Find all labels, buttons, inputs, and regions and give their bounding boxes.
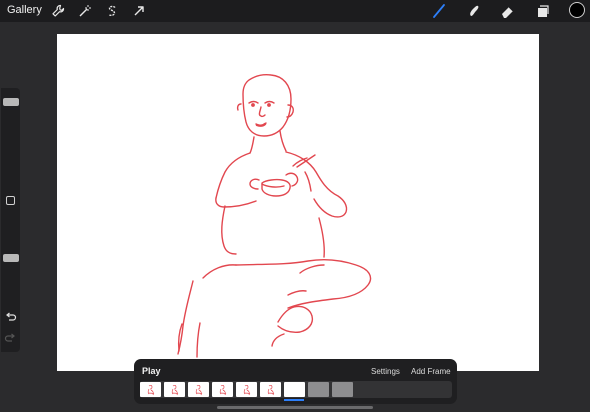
animation-assist-panel: Play Settings Add Frame (134, 359, 457, 404)
opacity-slider[interactable] (3, 254, 19, 262)
gallery-button[interactable]: Gallery (7, 4, 42, 16)
frame-thumbnail[interactable] (236, 382, 257, 397)
layers-icon[interactable] (535, 3, 551, 19)
color-picker-button[interactable] (569, 2, 585, 18)
redo-icon[interactable] (4, 332, 17, 345)
selection-s-icon[interactable] (104, 3, 120, 19)
sketch-figure (177, 74, 372, 358)
frame-thumbnail[interactable] (188, 382, 209, 397)
settings-button[interactable]: Settings (371, 367, 400, 376)
frame-thumbnail[interactable] (260, 382, 281, 397)
frame-thumbnail[interactable] (212, 382, 233, 397)
magic-wand-icon[interactable] (77, 3, 93, 19)
eraser-icon[interactable] (500, 3, 516, 19)
left-sidebar (1, 88, 20, 352)
add-frame-button[interactable]: Add Frame (411, 367, 451, 376)
frame-timeline (140, 381, 452, 398)
frame-thumbnail[interactable] (164, 382, 185, 397)
brush-icon[interactable] (431, 3, 447, 19)
brush-size-slider[interactable] (3, 98, 19, 106)
frame-thumbnail-empty[interactable] (332, 382, 353, 397)
wrench-icon[interactable] (50, 3, 66, 19)
drawing-canvas[interactable] (57, 34, 539, 371)
frame-thumbnail[interactable] (140, 382, 161, 397)
smudge-icon[interactable] (466, 3, 482, 19)
transform-arrow-icon[interactable] (131, 3, 147, 19)
home-indicator-bar[interactable] (217, 406, 373, 409)
modify-square-icon[interactable] (6, 196, 15, 205)
undo-icon[interactable] (4, 311, 17, 324)
frame-thumbnail-selected[interactable] (284, 382, 305, 397)
selected-frame-indicator (284, 399, 304, 401)
top-toolbar: Gallery (0, 0, 590, 22)
frame-thumbnail-empty[interactable] (308, 382, 329, 397)
play-button[interactable]: Play (142, 366, 161, 376)
